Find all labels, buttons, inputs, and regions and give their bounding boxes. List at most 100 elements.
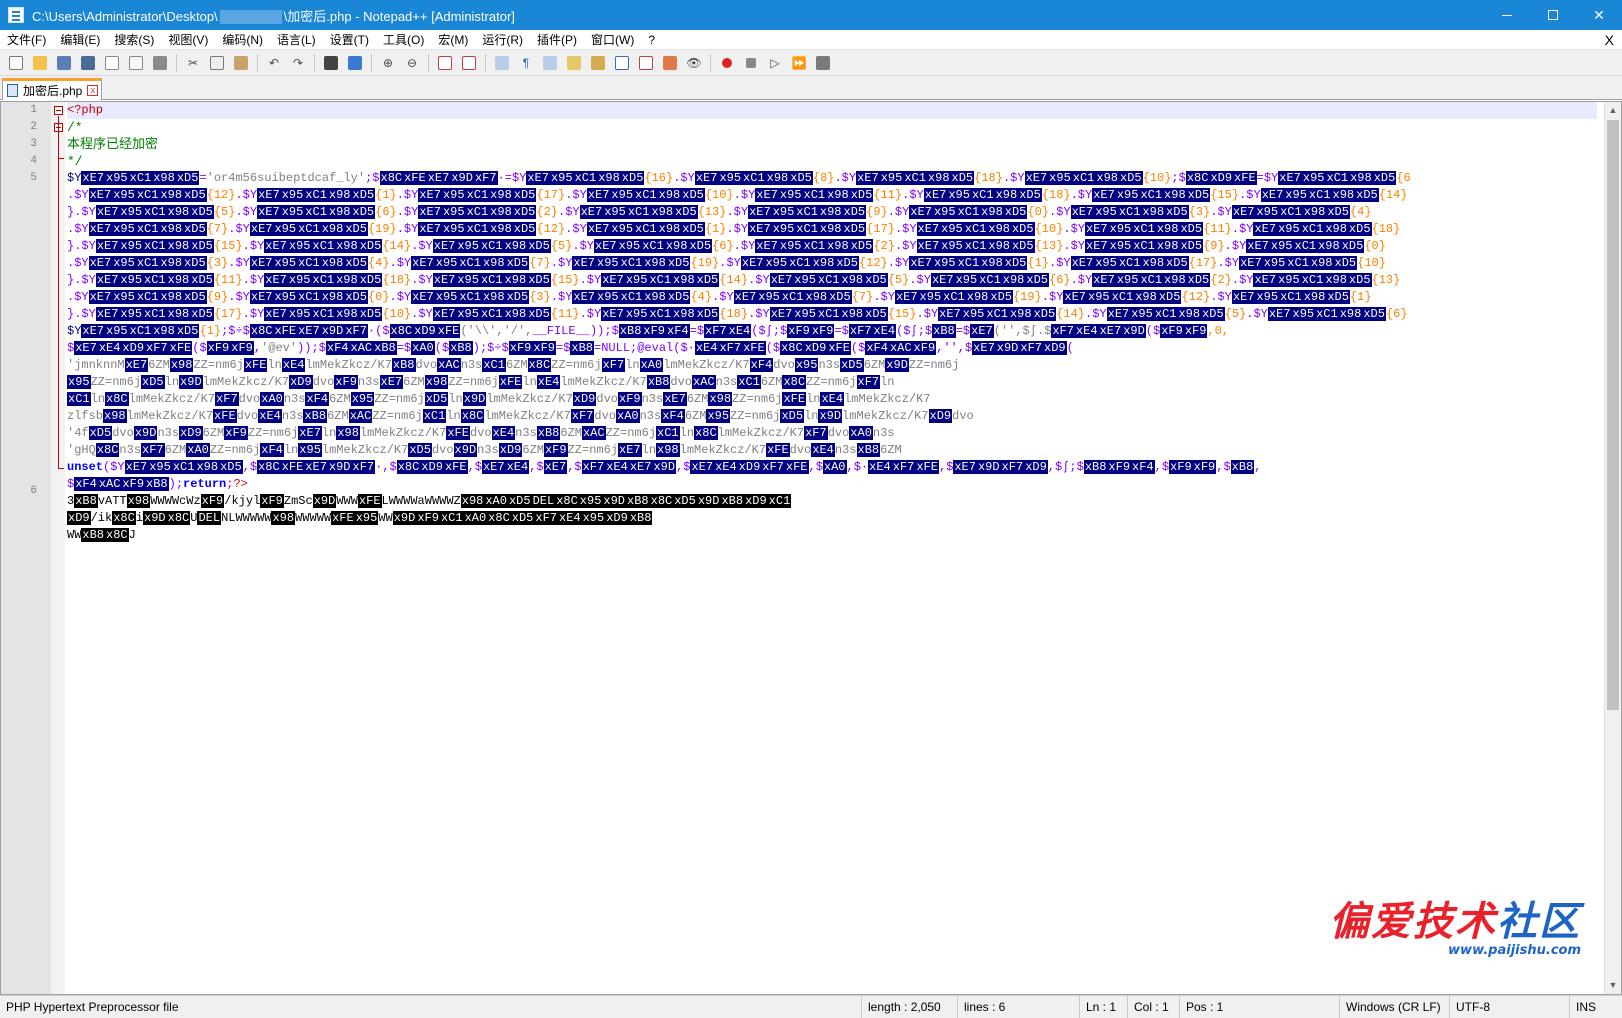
hex-byte: x95 bbox=[119, 273, 144, 287]
status-encoding[interactable]: UTF-8 bbox=[1450, 995, 1570, 1018]
menu-plugins[interactable]: 插件(P) bbox=[530, 30, 584, 50]
hex-byte: xE7 bbox=[579, 205, 604, 219]
close-file-button[interactable] bbox=[102, 53, 122, 73]
menu-view[interactable]: 视图(V) bbox=[161, 30, 215, 50]
hex-byte: xC1 bbox=[956, 205, 981, 219]
editor-pane[interactable]: 1 2 3 4 5 6 <?php /* 本程序已经加密 */ $YxE7 x95… bbox=[0, 101, 1622, 995]
scroll-down-icon[interactable]: ▼ bbox=[1605, 977, 1621, 994]
close-button[interactable]: ✕ bbox=[1576, 0, 1622, 30]
menu-settings[interactable]: 设置(T) bbox=[323, 30, 376, 50]
hex-byte: xD5 bbox=[695, 273, 720, 287]
macro-record-button[interactable] bbox=[717, 53, 737, 73]
maximize-button[interactable] bbox=[1530, 0, 1576, 30]
hex-byte: xC1 bbox=[458, 256, 482, 270]
save-all-button[interactable] bbox=[78, 53, 98, 73]
menu-edit[interactable]: 编辑(E) bbox=[53, 30, 107, 50]
redo-button[interactable]: ↷ bbox=[288, 53, 308, 73]
replace-button[interactable] bbox=[345, 53, 365, 73]
hex-byte: xE7 bbox=[628, 460, 653, 474]
vertical-scrollbar[interactable]: ▲ ▼ bbox=[1604, 102, 1621, 994]
hex-byte: xE7 bbox=[894, 290, 919, 304]
sync-vertical-button[interactable] bbox=[435, 53, 455, 73]
hex-byte: xD5 bbox=[219, 460, 243, 474]
close-document-icon[interactable]: X bbox=[1605, 30, 1614, 50]
zoom-in-button[interactable]: ⊕ bbox=[378, 53, 398, 73]
scroll-thumb[interactable] bbox=[1607, 120, 1619, 710]
eval-call: @eval bbox=[637, 341, 674, 355]
macro-save-button[interactable] bbox=[813, 53, 833, 73]
menu-run[interactable]: 运行(R) bbox=[475, 30, 530, 50]
save-icon bbox=[57, 55, 71, 70]
menu-help[interactable]: ? bbox=[641, 30, 662, 50]
file-icon bbox=[7, 84, 18, 97]
find-button[interactable] bbox=[321, 53, 341, 73]
encoded-text: n3s bbox=[460, 358, 483, 372]
code-area[interactable]: <?php /* 本程序已经加密 */ $YxE7 x95 xC1 x98 xD5='o… bbox=[65, 102, 1600, 994]
hex-byte: x98 bbox=[1134, 290, 1158, 304]
new-file-button[interactable] bbox=[6, 53, 26, 73]
zoom-out-button[interactable]: ⊖ bbox=[402, 53, 422, 73]
cut-button[interactable]: ✂ bbox=[183, 53, 203, 73]
hex-byte: x98 bbox=[840, 273, 865, 287]
menu-window[interactable]: 窗口(W) bbox=[584, 30, 641, 50]
undo-button[interactable]: ↶ bbox=[264, 53, 284, 73]
menu-macro[interactable]: 宏(M) bbox=[431, 30, 475, 50]
hex-byte: xD5 bbox=[1119, 171, 1143, 185]
hex-byte: x98 bbox=[166, 205, 191, 219]
monitoring-button[interactable]: 👁 bbox=[684, 53, 704, 73]
print-button[interactable] bbox=[150, 53, 170, 73]
menu-tools[interactable]: 工具(O) bbox=[376, 30, 431, 50]
replace-icon bbox=[348, 55, 362, 70]
indent-guide-button[interactable] bbox=[540, 53, 560, 73]
save-button[interactable] bbox=[54, 53, 74, 73]
hex-byte: x95 bbox=[112, 290, 136, 304]
macro-run-multiple-button[interactable]: ⏩ bbox=[789, 53, 809, 73]
open-file-button[interactable] bbox=[30, 53, 50, 73]
menu-search[interactable]: 搜索(S) bbox=[107, 30, 161, 50]
return-keyword: return bbox=[183, 477, 227, 491]
hex-byte: x9D bbox=[179, 375, 203, 389]
tab-close-icon[interactable]: x bbox=[87, 85, 99, 96]
function-list-button[interactable] bbox=[636, 53, 656, 73]
doc-map-button[interactable] bbox=[588, 53, 608, 73]
hex-byte: xD5 bbox=[408, 443, 432, 457]
macro-stop-button[interactable] bbox=[741, 53, 761, 73]
hex-byte: xB8 bbox=[303, 409, 328, 423]
menu-encoding[interactable]: 编码(N) bbox=[215, 30, 270, 50]
close-all-button[interactable] bbox=[126, 53, 146, 73]
macro-play-button[interactable]: ▷ bbox=[765, 53, 785, 73]
paste-button[interactable] bbox=[231, 53, 251, 73]
hex-byte: xE4 bbox=[714, 460, 738, 474]
scroll-up-icon[interactable]: ▲ bbox=[1605, 102, 1621, 119]
hex-byte: xD5 bbox=[950, 171, 975, 185]
status-insert-mode[interactable]: INS bbox=[1570, 996, 1602, 1018]
hex-byte: xD5 bbox=[1179, 239, 1204, 253]
function-list-icon bbox=[639, 55, 653, 70]
tab-encrypted-php[interactable]: 加密后.php x bbox=[2, 78, 102, 100]
hex-byte: xD5 bbox=[842, 222, 867, 236]
hex-byte: x8C bbox=[780, 341, 804, 355]
hex-byte: x95 bbox=[441, 222, 466, 236]
fold-toggle-php-icon[interactable] bbox=[54, 106, 63, 115]
hex-byte: xD5 bbox=[681, 188, 705, 202]
hex-byte: xF7 bbox=[1019, 341, 1043, 355]
udl-button[interactable] bbox=[564, 53, 584, 73]
menu-file[interactable]: 文件(F) bbox=[0, 30, 53, 50]
menu-language[interactable]: 语言(L) bbox=[270, 30, 323, 50]
minimize-button[interactable] bbox=[1484, 0, 1530, 30]
php-open-tag: <?php bbox=[67, 103, 104, 117]
hex-byte: xA0 bbox=[186, 443, 210, 457]
word-wrap-button[interactable] bbox=[492, 53, 512, 73]
hex-byte: xE7 bbox=[748, 205, 772, 219]
show-all-chars-button[interactable]: ¶ bbox=[516, 53, 536, 73]
hex-byte: x95 bbox=[932, 205, 957, 219]
folder-workspace-button[interactable] bbox=[660, 53, 680, 73]
sync-horizontal-button[interactable] bbox=[459, 53, 479, 73]
pilcrow-icon: ¶ bbox=[522, 55, 530, 70]
doc-list-button[interactable] bbox=[612, 53, 632, 73]
encoded-text: lmMekZkcz/K7 bbox=[842, 409, 929, 423]
copy-button[interactable] bbox=[207, 53, 227, 73]
status-eol[interactable]: Windows (CR LF) bbox=[1340, 995, 1450, 1018]
hex-byte: xE7 bbox=[81, 324, 106, 338]
encoded-text: lmMekZkcz/K7 bbox=[484, 409, 571, 423]
